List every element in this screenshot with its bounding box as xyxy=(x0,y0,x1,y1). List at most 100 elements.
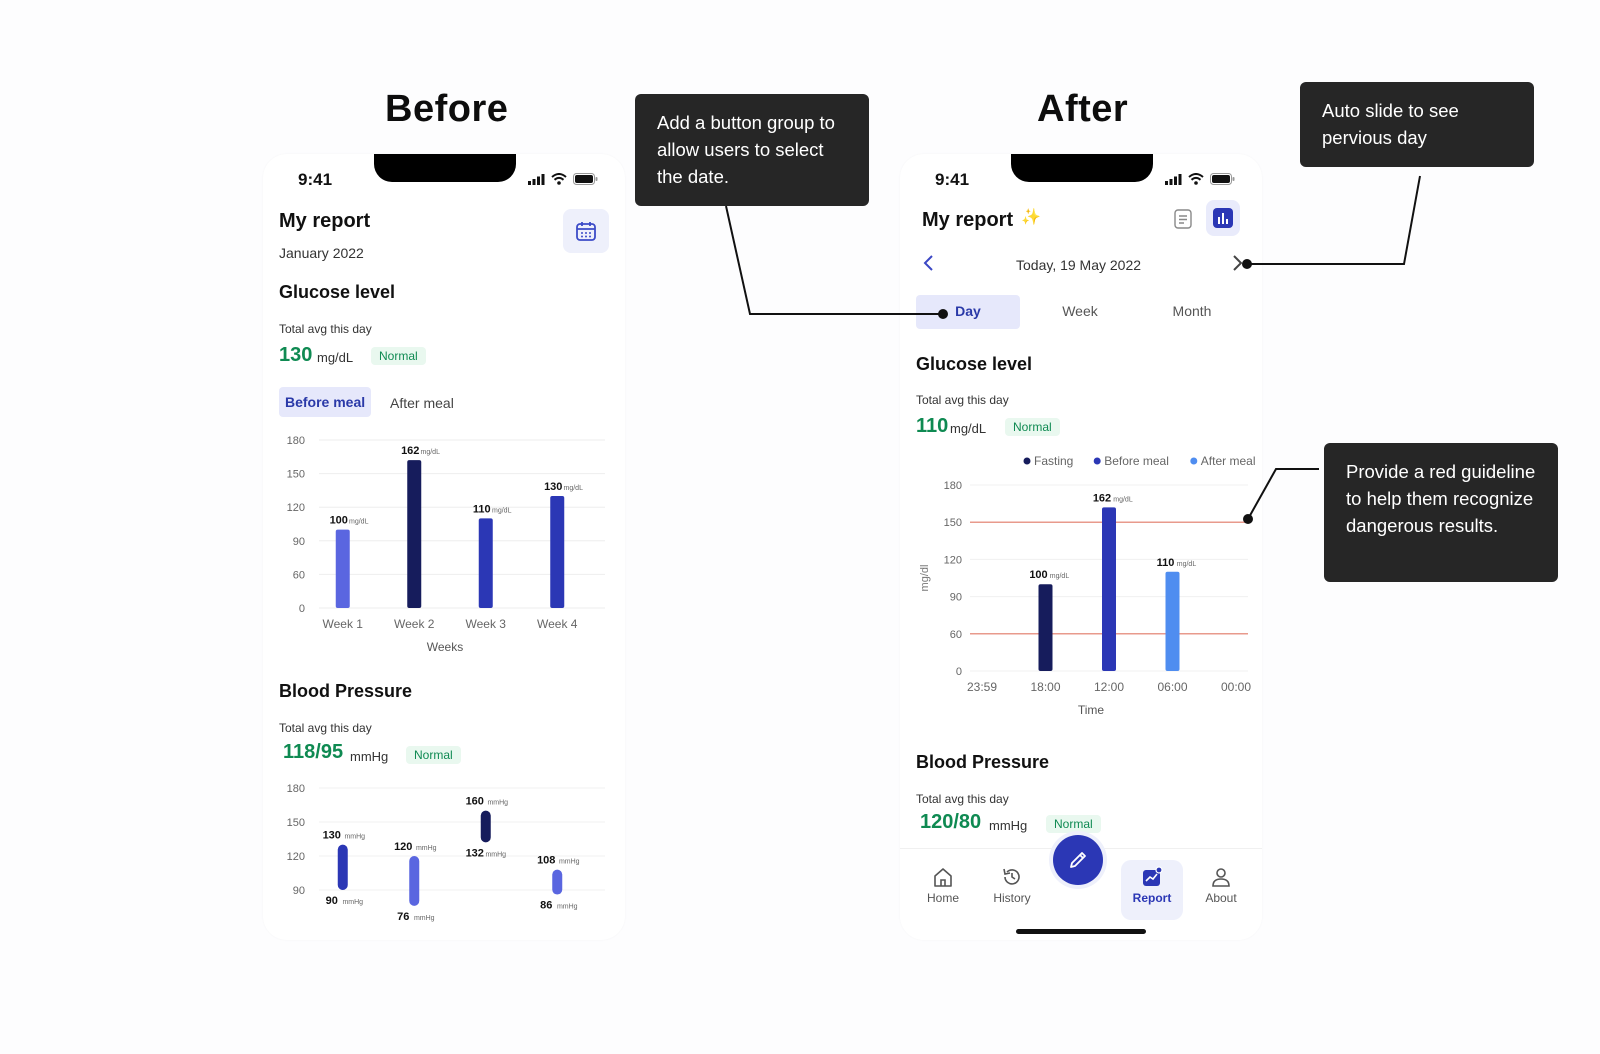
bp-range-bar xyxy=(480,810,491,843)
bar-value-label: 110 xyxy=(473,503,491,515)
after-phone: 9:41 My report ✨ Today, 19 May 2022 Day … xyxy=(900,154,1262,940)
x-tick-label: Week 1 xyxy=(323,617,364,631)
bp-unit: mmHg xyxy=(350,749,389,764)
list-view-button[interactable] xyxy=(1168,204,1198,234)
bp-low-label: 90 xyxy=(326,895,338,907)
tab-after-meal[interactable]: After meal xyxy=(390,395,454,411)
battery-icon xyxy=(1210,173,1235,185)
bar-unit-label: mg/dL xyxy=(1113,496,1133,503)
glucose-unit: mg/dL xyxy=(317,350,354,365)
glucose-value: 130 xyxy=(279,344,313,366)
bp-low-label: 132 xyxy=(466,847,484,859)
callout-date-group: Add a button group to allow users to sel… xyxy=(635,94,869,206)
glucose-daily-chart: Fasting Before meal After meal 0 60 90 120 150 1… xyxy=(919,454,1256,717)
segment-day[interactable]: Day xyxy=(916,303,1020,319)
bar-unit-label: mg/dL xyxy=(1177,561,1197,568)
signal-icon xyxy=(1165,173,1182,185)
bp-avg-label: Total avg this day xyxy=(279,721,372,735)
blood-pressure-chart: 90120150180130 mmHg90 mmHg120 mmHg76 mmHg160… xyxy=(287,783,605,923)
home-icon xyxy=(934,868,952,887)
wifi-icon xyxy=(1188,173,1204,185)
bar xyxy=(478,518,493,608)
home-indicator xyxy=(1016,929,1146,934)
bp-unit: mmHg xyxy=(989,818,1028,833)
status-icons xyxy=(528,173,598,185)
battery-icon xyxy=(573,173,598,185)
wifi-icon xyxy=(551,173,567,185)
x-tick-label: 00:00 xyxy=(1221,680,1251,694)
bp-low-unit: mmHg xyxy=(414,915,435,922)
calendar-button[interactable] xyxy=(563,209,609,253)
bp-avg-label: Total avg this day xyxy=(916,792,1009,806)
legend-label: Fasting xyxy=(1034,454,1073,468)
page-title: My report xyxy=(279,210,371,232)
bar xyxy=(407,460,422,608)
bp-high-label: 130 xyxy=(323,830,341,842)
bp-high-unit: mmHg xyxy=(559,859,580,866)
y-tick-label: 90 xyxy=(950,592,962,604)
status-badge: Normal xyxy=(1005,418,1060,436)
glucose-value: 110 xyxy=(916,415,949,437)
bar xyxy=(335,529,350,608)
connector-auto-slide xyxy=(1247,175,1421,265)
previous-day-button[interactable] xyxy=(922,254,940,272)
callout-red-guideline: Provide a red guideline to help them rec… xyxy=(1324,443,1558,582)
chevron-left-icon xyxy=(923,255,933,271)
blood-pressure-title: Blood Pressure xyxy=(916,752,1050,772)
bar-value-label: 110 xyxy=(1157,557,1175,569)
tab-before-meal[interactable]: Before meal xyxy=(279,387,372,417)
after-heading: After xyxy=(1037,88,1129,130)
y-tick-label: 0 xyxy=(956,666,962,678)
bar-value-label: 162 xyxy=(1093,492,1111,504)
bp-low-unit: mmHg xyxy=(342,899,363,906)
history-icon xyxy=(1003,868,1020,885)
y-axis-label: mg/dl xyxy=(919,565,931,592)
chart-view-button[interactable] xyxy=(1206,200,1240,236)
legend-marker xyxy=(1190,457,1198,465)
nav-about[interactable]: About xyxy=(1191,866,1251,905)
status-badge: Normal xyxy=(406,746,461,764)
bar-value-label: 162 xyxy=(401,445,419,457)
bp-low-unit: mmHg xyxy=(557,904,578,911)
y-tick-label: 90 xyxy=(293,536,305,548)
next-day-button[interactable] xyxy=(1230,254,1248,272)
legend-label: After meal xyxy=(1201,454,1256,468)
y-tick-label: 180 xyxy=(287,435,305,447)
sparkle-icon: ✨ xyxy=(1021,209,1041,226)
y-tick-label: 150 xyxy=(287,817,305,829)
glucose-avg-label: Total avg this day xyxy=(279,322,372,336)
y-tick-label: 180 xyxy=(287,783,305,795)
y-tick-label: 150 xyxy=(287,469,305,481)
nav-home[interactable]: Home xyxy=(913,866,973,905)
x-axis-label: Time xyxy=(1078,703,1105,717)
bar-chart-icon xyxy=(1213,208,1233,228)
report-icon xyxy=(1143,866,1163,886)
segment-week[interactable]: Week xyxy=(1028,303,1132,319)
add-entry-button[interactable] xyxy=(1053,835,1103,885)
status-icons xyxy=(1165,173,1235,185)
nav-history-label: History xyxy=(993,891,1031,905)
status-badge: Normal xyxy=(1046,815,1101,833)
bar-value-label: 100 xyxy=(330,515,348,527)
bar xyxy=(550,496,565,608)
bar-unit-label: mg/dL xyxy=(421,449,441,456)
y-tick-label: 60 xyxy=(950,629,962,641)
x-tick-label: 12:00 xyxy=(1094,680,1124,694)
date-nav-label: Today, 19 May 2022 xyxy=(1016,257,1142,273)
bar xyxy=(1165,571,1180,671)
document-icon xyxy=(1174,209,1192,229)
callout-auto-slide: Auto slide to see pervious day xyxy=(1300,82,1534,167)
y-tick-label: 180 xyxy=(944,480,962,492)
notch xyxy=(1011,154,1153,182)
bp-high-unit: mmHg xyxy=(487,800,508,807)
nav-report[interactable]: Report xyxy=(1122,866,1182,905)
bp-low-unit: mmHg xyxy=(485,851,506,858)
segment-month[interactable]: Month xyxy=(1140,303,1244,319)
y-tick-label: 120 xyxy=(944,554,962,566)
nav-home-label: Home xyxy=(926,891,959,905)
nav-history[interactable]: History xyxy=(982,866,1042,905)
page-title: My report xyxy=(922,209,1014,231)
before-heading: Before xyxy=(385,88,509,130)
y-tick-label: 60 xyxy=(293,569,305,581)
glucose-title: Glucose level xyxy=(279,282,396,302)
